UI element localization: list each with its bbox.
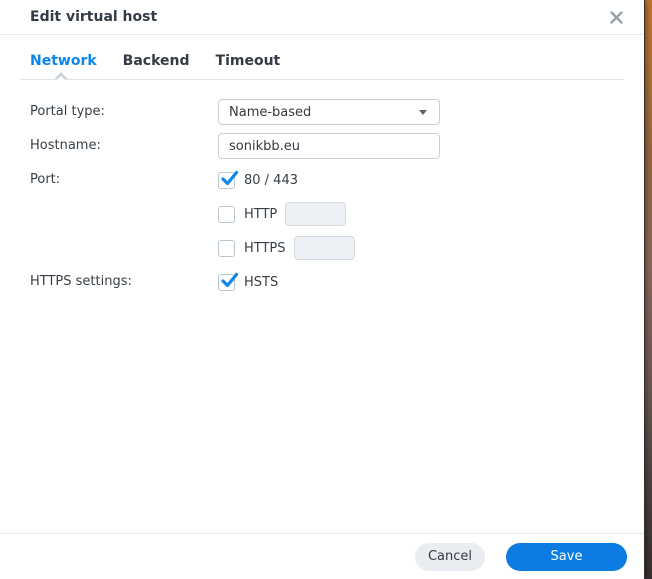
http-port-input[interactable] — [285, 202, 347, 226]
port-http-label: HTTP — [244, 206, 278, 222]
https-settings-label: HTTPS settings: — [30, 274, 132, 289]
portal-type-value: Name-based — [229, 104, 312, 120]
save-button[interactable]: Save — [506, 542, 627, 571]
dialog-header: Edit virtual host — [0, 0, 644, 35]
dialog-title: Edit virtual host — [30, 9, 158, 25]
tab-network[interactable]: Network — [30, 53, 97, 69]
close-button[interactable] — [606, 7, 626, 27]
tab-backend[interactable]: Backend — [123, 53, 190, 69]
port-https-option[interactable]: HTTPS — [218, 235, 355, 261]
port-80-443-option[interactable]: 80 / 443 — [218, 167, 355, 193]
port-row: Port: 80 / 443 HTTP HTTPS — [30, 167, 644, 261]
checkbox-checked-icon[interactable] — [218, 170, 239, 189]
hsts-option[interactable]: HSTS — [218, 269, 278, 295]
hostname-input[interactable] — [218, 133, 440, 159]
edit-virtual-host-dialog: Edit virtual host Network Backend Timeou… — [0, 0, 645, 579]
port-http-option[interactable]: HTTP — [218, 201, 355, 227]
hostname-row: Hostname: — [30, 133, 644, 159]
cancel-button[interactable]: Cancel — [415, 542, 485, 571]
port-https-label: HTTPS — [244, 240, 286, 256]
port-80-443-label: 80 / 443 — [244, 172, 298, 188]
hostname-label: Hostname: — [30, 138, 101, 153]
portal-type-row: Portal type: Name-based — [30, 99, 644, 125]
close-icon — [609, 10, 623, 24]
portal-type-select[interactable]: Name-based — [218, 99, 440, 125]
checkbox-checked-icon[interactable] — [218, 272, 239, 291]
active-tab-caret — [54, 72, 68, 81]
checkbox-unchecked-icon[interactable] — [218, 205, 235, 223]
chevron-down-icon — [419, 110, 427, 115]
tab-bar: Network Backend Timeout — [20, 35, 624, 81]
port-label: Port: — [30, 172, 61, 187]
hsts-label: HSTS — [244, 274, 279, 290]
tab-timeout[interactable]: Timeout — [216, 53, 281, 69]
portal-type-label: Portal type: — [30, 104, 105, 119]
network-tab-panel: Portal type: Name-based Hostname: Port: — [0, 80, 644, 533]
https-port-input[interactable] — [293, 236, 355, 260]
dialog-footer: Cancel Save — [0, 533, 644, 579]
https-settings-row: HTTPS settings: HSTS — [30, 269, 644, 295]
checkbox-unchecked-icon[interactable] — [218, 239, 235, 257]
